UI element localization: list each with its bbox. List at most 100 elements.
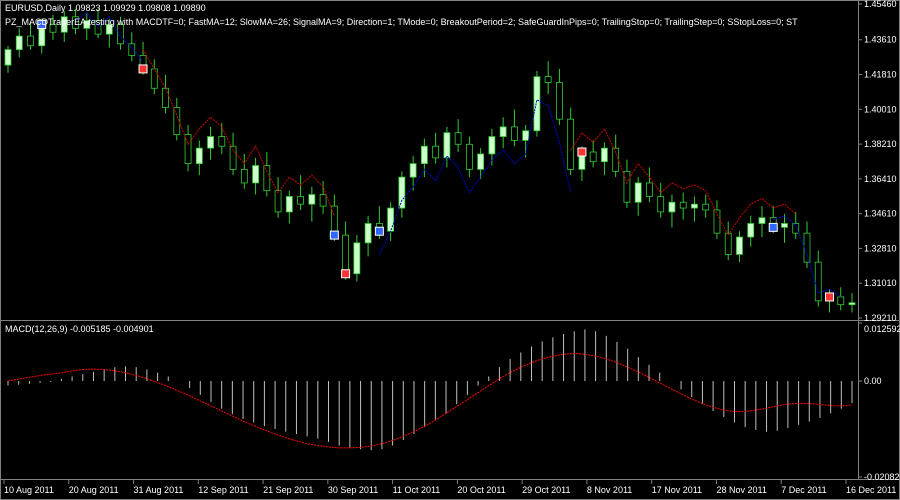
candle [353, 235, 361, 282]
price-tick-label: 1.34610 [864, 209, 897, 219]
sell-marker [341, 269, 351, 279]
candle [499, 117, 507, 149]
candle [601, 142, 608, 176]
candle [713, 200, 721, 239]
candle-body [803, 232, 811, 263]
buy-marker [374, 226, 384, 236]
candle-body [27, 35, 34, 47]
candle [612, 134, 620, 178]
candle-body [702, 203, 710, 211]
candle [747, 215, 755, 247]
candle [364, 215, 372, 257]
price-tick-label: 1.36410 [864, 174, 897, 184]
time-tick-label: 7 Dec 2011 [781, 485, 826, 495]
time-tick-label: 30 Sep 2011 [328, 485, 378, 495]
time-tick-label: 17 Nov 2011 [652, 485, 702, 495]
time-tick-label: 16 Dec 2011 [846, 485, 896, 495]
candle [736, 231, 743, 263]
candle-body [837, 296, 845, 306]
candle-body [274, 190, 282, 213]
candle [398, 171, 406, 218]
candle-body [387, 207, 395, 232]
candle [657, 182, 665, 218]
candle-body [297, 196, 304, 205]
price-tick-label: 1.31010 [864, 278, 897, 288]
candle-body [285, 196, 293, 213]
candle [510, 109, 518, 147]
candle-body [814, 261, 822, 302]
candle-body [646, 182, 653, 197]
candle-body [263, 165, 271, 192]
candle [634, 177, 642, 216]
price-tick-label: 1.32810 [864, 243, 897, 253]
macd-tick-label: 0.00 [864, 376, 882, 386]
candle [465, 136, 473, 178]
candle [4, 45, 12, 73]
candle-body [533, 76, 541, 132]
candle [702, 194, 710, 218]
chart-window[interactable]: 1.45460 1.43610 1.41810 1.40010 1.38210 1.364… [0, 0, 900, 500]
chart-frame [0, 0, 900, 500]
candle-body [342, 234, 350, 275]
candle [522, 124, 530, 158]
candle-body [544, 76, 552, 83]
candle-body [556, 82, 563, 120]
price-tick-label: 1.40010 [864, 104, 897, 114]
sell-arrow-icon [577, 147, 587, 157]
trend-line-up [378, 99, 572, 255]
candle-body [736, 236, 743, 255]
chart-svg[interactable]: 1.45460 1.43610 1.41810 1.40010 1.38210 1.364… [0, 0, 900, 500]
candle [184, 124, 192, 172]
candle-body [353, 242, 361, 275]
candle-body [691, 203, 698, 209]
candle-body [601, 147, 608, 163]
candle-body [432, 145, 440, 159]
candle-body [623, 170, 631, 203]
price-axis: 1.45460 1.43610 1.41810 1.40010 1.38210 1.364… [858, 0, 900, 482]
candle-body [240, 169, 248, 184]
candle [128, 32, 136, 62]
time-tick-label: 10 Aug 2011 [4, 485, 54, 495]
time-tick-label: 29 Oct 2011 [522, 485, 570, 495]
candle-body [454, 132, 462, 145]
candle [240, 153, 248, 189]
price-tick-label: 1.41810 [864, 70, 897, 80]
candle [837, 287, 845, 311]
candle [319, 180, 327, 214]
candle [443, 126, 451, 168]
buy-arrow-icon [374, 226, 384, 236]
sell-marker [138, 64, 148, 74]
candle [162, 74, 169, 114]
candle-body [510, 126, 518, 141]
candle-body [308, 194, 316, 205]
candle [297, 175, 304, 210]
macd-signal-line [7, 352, 853, 449]
buy-marker [768, 222, 778, 232]
time-tick-label: 20 Oct 2011 [457, 485, 505, 495]
candle-body [758, 217, 766, 224]
sell-marker [824, 292, 834, 302]
sell-arrow-icon [824, 292, 834, 302]
candle-body [477, 153, 485, 170]
sell-arrow-icon [138, 64, 148, 74]
candle-body [668, 201, 676, 213]
time-tick-label: 28 Nov 2011 [716, 485, 766, 495]
candle [252, 157, 259, 195]
macd-tick-label: 0.012592 [864, 324, 900, 334]
time-axis: 10 Aug 2011 20 Aug 2011 31 Aug 2011 12 Sep … [3, 480, 896, 495]
time-tick-label: 11 Oct 2011 [393, 485, 441, 495]
price-tick-label: 1.43610 [864, 35, 897, 45]
sell-marker [577, 147, 587, 157]
candle-body [443, 132, 451, 159]
buy-arrow-icon [768, 222, 778, 232]
candle-body [657, 196, 665, 213]
candle-body [364, 223, 372, 244]
candle [724, 221, 732, 261]
candle [274, 177, 282, 218]
candle [173, 97, 181, 141]
candle-body [679, 201, 687, 209]
candle-body [781, 223, 788, 228]
trend-line-down [142, 49, 335, 216]
candle [792, 211, 800, 239]
candle-body [117, 24, 124, 45]
